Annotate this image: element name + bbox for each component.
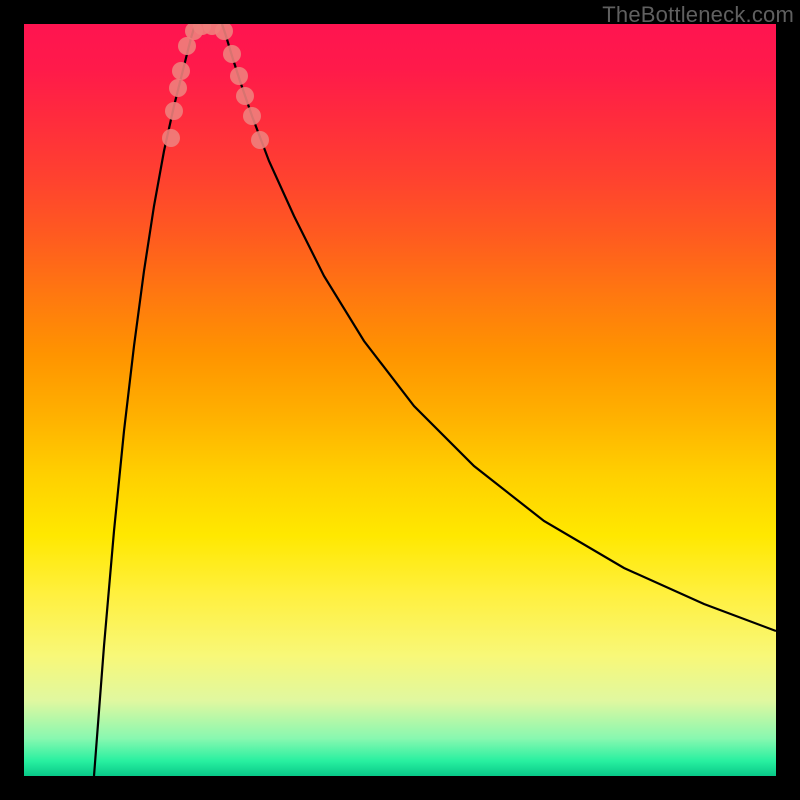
marker-dot <box>243 107 261 125</box>
right-curve <box>222 24 776 631</box>
chart-frame: TheBottleneck.com <box>0 0 800 800</box>
marker-dot <box>162 129 180 147</box>
marker-dot <box>169 79 187 97</box>
curves-svg <box>24 24 776 776</box>
left-curve <box>94 24 197 776</box>
marker-dot <box>230 67 248 85</box>
marker-dot <box>172 62 190 80</box>
marker-dot <box>165 102 183 120</box>
watermark-text: TheBottleneck.com <box>602 2 794 28</box>
marker-dot <box>236 87 254 105</box>
plot-area <box>24 24 776 776</box>
marker-dot <box>215 24 233 40</box>
highlight-dots <box>162 24 269 149</box>
marker-dot <box>223 45 241 63</box>
marker-dot <box>251 131 269 149</box>
